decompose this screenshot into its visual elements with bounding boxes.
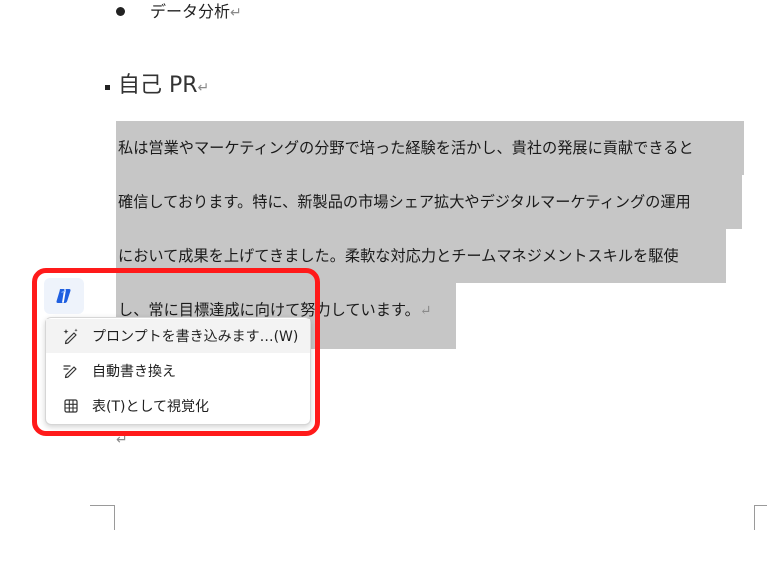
section-heading-text: 自己 PR	[118, 73, 198, 98]
paragraph-mark: ↵	[419, 303, 432, 319]
heading-marker	[105, 85, 110, 90]
paragraph-mark: ↵	[230, 5, 242, 21]
bullet-item[interactable]: データ分析↵	[150, 2, 242, 23]
section-heading[interactable]: 自己 PR↵	[118, 71, 209, 103]
paragraph-line-2-text: 確信しております。特に、新製品の市場シェア拡大やデジタルマーケティングの運用	[118, 193, 691, 211]
bullet-item-text: データ分析	[150, 2, 231, 21]
paragraph-mark: ↵	[197, 80, 210, 96]
page-corner-mark-right	[754, 505, 767, 530]
selection-line-2[interactable]: 確信しております。特に、新製品の市場シェア拡大やデジタルマーケティングの運用	[116, 175, 742, 229]
paragraph-line-1-text: 私は営業やマーケティングの分野で培った経験を活かし、貴社の発展に貢献できると	[118, 139, 694, 157]
bullet-dot	[116, 7, 125, 16]
selection-line-1[interactable]: 私は営業やマーケティングの分野で培った経験を活かし、貴社の発展に貢献できると	[116, 121, 744, 175]
page-corner-mark-left	[90, 505, 115, 530]
highlight-frame	[32, 268, 320, 436]
paragraph-line-3-text: において成果を上げてきました。柔軟な対応力とチームマネジメントスキルを駆使	[118, 247, 679, 265]
